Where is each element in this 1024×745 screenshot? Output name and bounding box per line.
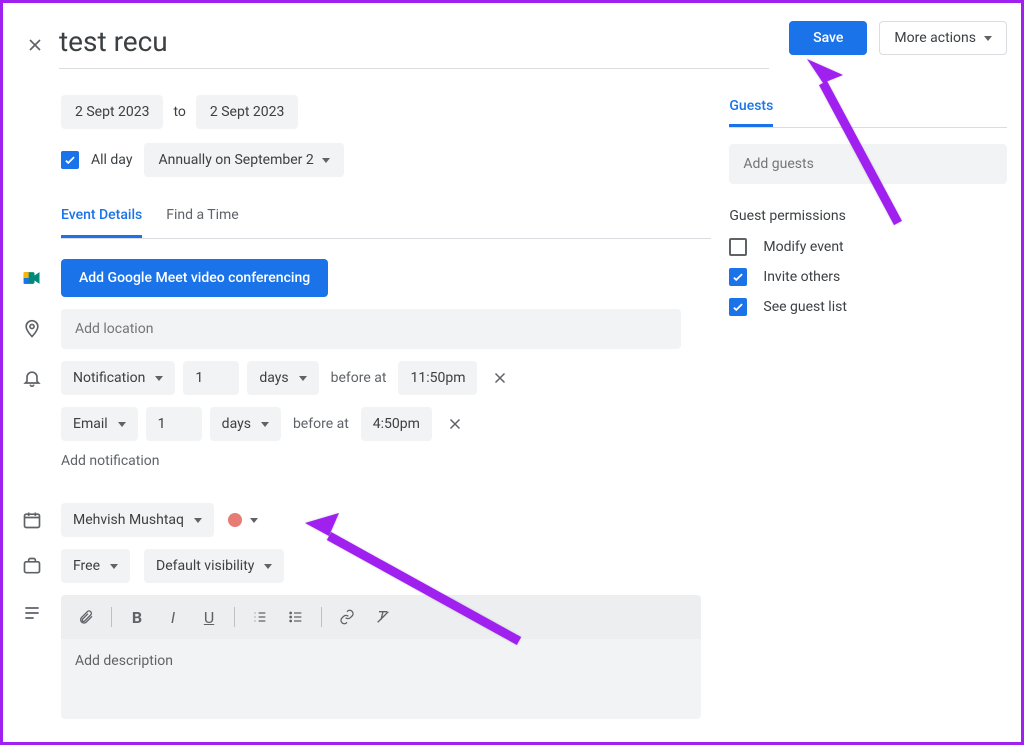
chevron-down-icon (155, 376, 163, 381)
close-icon (446, 415, 464, 433)
notification-time-input[interactable]: 4:50pm (361, 407, 432, 441)
start-date-chip[interactable]: 2 Sept 2023 (61, 95, 163, 129)
see-guest-list-checkbox[interactable] (729, 298, 747, 316)
availability-label: Free (73, 558, 100, 574)
description-toolbar: B I U (61, 595, 701, 639)
link-button[interactable] (332, 603, 362, 631)
bullet-list-button[interactable] (281, 603, 311, 631)
chevron-down-icon (322, 158, 330, 163)
chevron-down-icon (110, 564, 118, 569)
chevron-down-icon (264, 564, 272, 569)
chevron-down-icon (261, 422, 269, 427)
end-date-chip[interactable]: 2 Sept 2023 (196, 95, 298, 129)
to-label: to (173, 104, 185, 120)
calendar-icon (17, 510, 47, 530)
numbered-list-button[interactable] (245, 603, 275, 631)
calendar-name-label: Mehvish Mushtaq (73, 512, 184, 528)
clear-format-button[interactable] (368, 603, 398, 631)
underline-button[interactable]: U (194, 603, 224, 631)
notification-type-label: Email (73, 416, 108, 432)
notification-unit-dropdown[interactable]: days (210, 407, 281, 441)
event-title-input[interactable] (59, 21, 769, 69)
permissions-heading: Guest permissions (729, 208, 1007, 224)
notification-count-input[interactable]: 1 (146, 407, 202, 441)
invite-others-label: Invite others (763, 269, 840, 285)
meet-icon (17, 268, 47, 288)
more-actions-label: More actions (894, 30, 976, 46)
availability-dropdown[interactable]: Free (61, 549, 130, 583)
all-day-checkbox[interactable] (61, 151, 79, 169)
notification-icon (17, 368, 47, 388)
description-icon (17, 603, 47, 623)
chevron-down-icon (984, 36, 992, 41)
add-notification-button[interactable]: Add notification (61, 453, 160, 469)
chevron-down-icon (194, 518, 202, 523)
check-icon (63, 153, 77, 167)
close-icon (25, 35, 45, 55)
chevron-down-icon (299, 376, 307, 381)
description-input[interactable]: Add description (61, 639, 701, 719)
chevron-down-icon (118, 422, 126, 427)
attach-button[interactable] (71, 603, 101, 631)
notification-time-input[interactable]: 11:50pm (398, 361, 477, 395)
invite-others-checkbox[interactable] (729, 268, 747, 286)
color-picker[interactable] (228, 513, 258, 527)
all-day-label: All day (91, 152, 132, 168)
bold-button[interactable]: B (122, 603, 152, 631)
remove-notification-button[interactable] (485, 363, 515, 393)
check-icon (731, 300, 745, 314)
add-guests-input[interactable] (729, 144, 1007, 184)
notification-unit-label: days (222, 416, 251, 432)
location-input[interactable] (61, 309, 681, 349)
modify-event-checkbox[interactable] (729, 238, 747, 256)
calendar-dropdown[interactable]: Mehvish Mushtaq (61, 503, 214, 537)
close-icon (491, 369, 509, 387)
check-icon (731, 270, 745, 284)
before-label: before at (289, 416, 353, 432)
notification-type-dropdown[interactable]: Email (61, 407, 138, 441)
recurrence-label: Annually on September 2 (158, 152, 313, 168)
tab-guests[interactable]: Guests (729, 98, 773, 127)
tab-find-time[interactable]: Find a Time (166, 207, 239, 238)
italic-button[interactable]: I (158, 603, 188, 631)
before-label: before at (327, 370, 391, 386)
notification-type-label: Notification (73, 370, 145, 386)
recurrence-dropdown[interactable]: Annually on September 2 (144, 143, 343, 177)
more-actions-button[interactable]: More actions (879, 21, 1007, 55)
color-swatch (228, 513, 242, 527)
close-button[interactable] (17, 27, 53, 63)
visibility-dropdown[interactable]: Default visibility (144, 549, 284, 583)
add-meet-button[interactable]: Add Google Meet video conferencing (61, 259, 328, 297)
notification-unit-dropdown[interactable]: days (247, 361, 318, 395)
notification-type-dropdown[interactable]: Notification (61, 361, 175, 395)
remove-notification-button[interactable] (440, 409, 470, 439)
modify-event-label: Modify event (763, 239, 843, 255)
notification-unit-label: days (259, 370, 288, 386)
save-button[interactable]: Save (789, 21, 867, 55)
chevron-down-icon (250, 518, 258, 523)
see-guest-list-label: See guest list (763, 299, 847, 315)
tab-event-details[interactable]: Event Details (61, 207, 142, 238)
briefcase-icon (17, 556, 47, 576)
visibility-label: Default visibility (156, 558, 254, 574)
notification-count-input[interactable]: 1 (183, 361, 239, 395)
location-icon (17, 319, 47, 339)
